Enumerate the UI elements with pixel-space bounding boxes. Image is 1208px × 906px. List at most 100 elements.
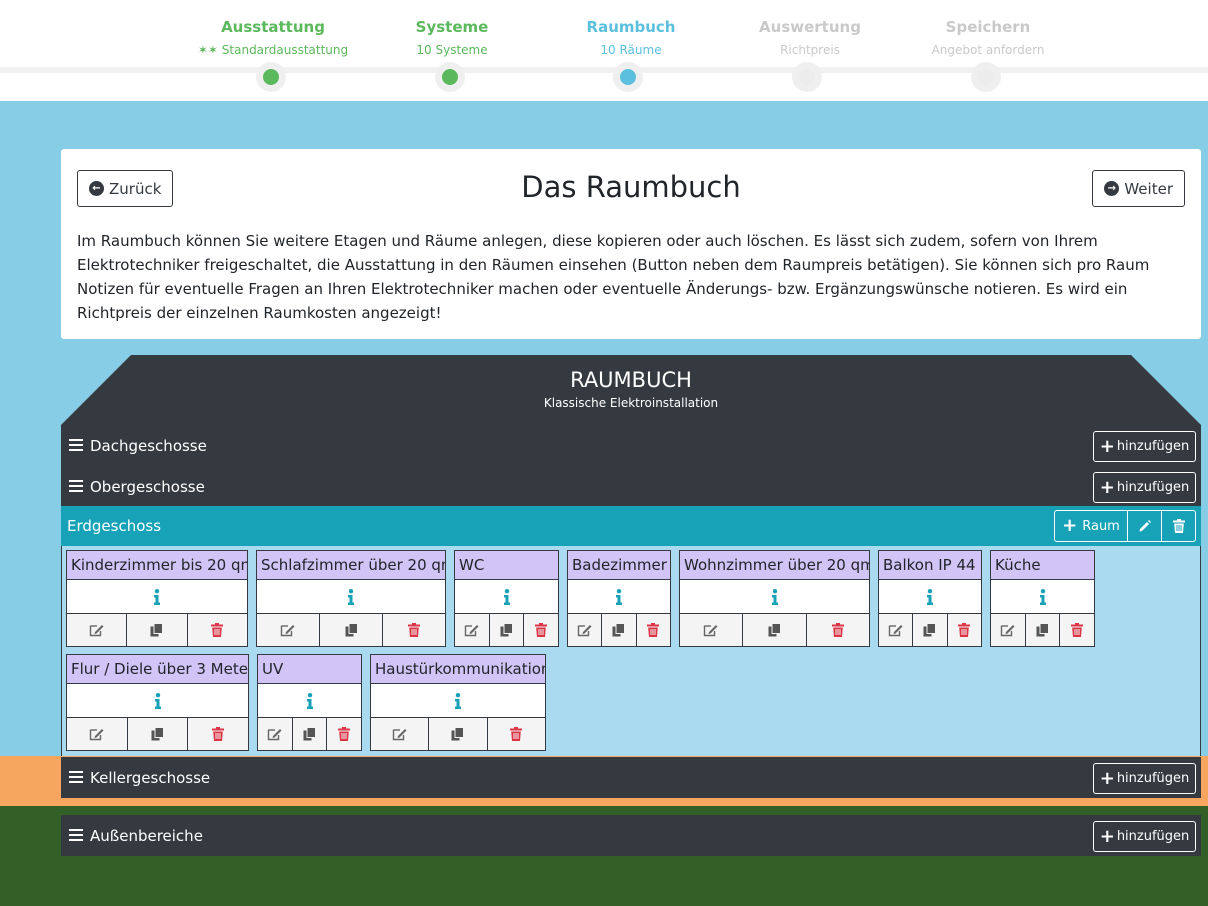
add-obergeschoss-button[interactable]: + hinzufügen — [1093, 472, 1196, 503]
room-info-button[interactable] — [67, 684, 248, 718]
step-speichern: Speichern Angebot anfordern — [888, 0, 1088, 58]
room-copy-button[interactable] — [291, 718, 327, 750]
room-notes-button[interactable] — [568, 614, 602, 646]
floor-obergeschosse[interactable]: Obergeschosse + hinzufügen — [61, 466, 1201, 507]
raumbuch-title: RAUMBUCH — [570, 368, 692, 392]
room-name[interactable]: Flur / Diele über 3 Meter — [67, 655, 248, 684]
room-name[interactable]: Badezimmer — [568, 551, 670, 580]
room-copy-button[interactable] — [319, 614, 382, 646]
room-notes-button[interactable] — [455, 614, 489, 646]
trash-icon — [958, 623, 971, 637]
room-copy-button[interactable] — [488, 614, 524, 646]
step-systeme[interactable]: Systeme 10 Systeme — [352, 0, 552, 58]
room-delete-button[interactable] — [523, 614, 559, 646]
room-delete-button[interactable] — [1059, 614, 1095, 646]
room-name[interactable]: Wohnzimmer über 20 qm — [680, 551, 869, 580]
trash-icon — [212, 727, 225, 741]
floor-label: Kellergeschosse — [90, 769, 211, 787]
room-notes-button[interactable] — [258, 718, 292, 750]
trash-icon — [831, 623, 844, 637]
room-copy-button[interactable] — [1024, 614, 1060, 646]
info-icon — [347, 588, 355, 605]
plus-icon: + — [1099, 435, 1115, 457]
copy-icon — [768, 623, 781, 637]
room-info-button[interactable] — [67, 580, 247, 614]
room-notes-button[interactable] — [67, 718, 127, 750]
room-notes-button[interactable] — [680, 614, 743, 646]
room-copy-button[interactable] — [126, 614, 187, 646]
step-dot-done[interactable] — [435, 62, 465, 92]
edit-note-icon — [89, 623, 105, 637]
room-copy-button[interactable] — [742, 614, 806, 646]
room-delete-button[interactable] — [635, 614, 670, 646]
info-icon — [454, 692, 462, 709]
add-dachgeschoss-button[interactable]: + hinzufügen — [1093, 431, 1196, 462]
room-delete-button[interactable] — [382, 614, 445, 646]
add-kellergeschoss-button[interactable]: + hinzufügen — [1093, 763, 1196, 794]
room-delete-button[interactable] — [186, 614, 247, 646]
room-notes-button[interactable] — [879, 614, 913, 646]
room-delete-button[interactable] — [326, 718, 362, 750]
room-notes-button[interactable] — [257, 614, 319, 646]
room-actions — [257, 614, 445, 646]
room-delete-button[interactable] — [946, 614, 981, 646]
room-copy-button[interactable] — [912, 614, 947, 646]
room-actions — [67, 718, 249, 750]
room-card: UV — [257, 654, 362, 751]
room-delete-button[interactable] — [187, 718, 249, 750]
room-notes-button[interactable] — [371, 718, 429, 750]
room-name[interactable]: UV — [258, 655, 361, 684]
room-name[interactable]: Schlafzimmer über 20 qm — [257, 551, 445, 580]
step-dot-active[interactable] — [613, 62, 643, 92]
room-info-button[interactable] — [371, 684, 545, 718]
room-name[interactable]: Kinderzimmer bis 20 qm — [67, 551, 247, 580]
info-icon — [503, 588, 511, 605]
room-name[interactable]: Haustürkommunikation — [371, 655, 545, 684]
floor-aussenbereiche[interactable]: Außenbereiche + hinzufügen — [61, 815, 1201, 856]
room-info-button[interactable] — [680, 580, 869, 614]
arrow-circle-right-icon: → — [1104, 181, 1120, 196]
room-info-button[interactable] — [568, 580, 670, 614]
page-title: Das Raumbuch — [521, 170, 741, 204]
floor-kellergeschosse[interactable]: Kellergeschosse + hinzufügen — [61, 757, 1201, 798]
step-dot-done[interactable] — [256, 62, 286, 92]
add-room-button[interactable]: + Raum — [1055, 511, 1127, 541]
room-delete-button[interactable] — [805, 614, 869, 646]
room-notes-button[interactable] — [67, 614, 127, 646]
room-info-button[interactable] — [258, 684, 361, 718]
floor-label: Außenbereiche — [90, 827, 203, 845]
room-card: Wohnzimmer über 20 qm — [679, 550, 870, 647]
edit-note-icon — [888, 623, 904, 637]
room-actions — [258, 718, 362, 750]
trash-icon — [1172, 519, 1185, 533]
step-dot-todo — [971, 62, 1001, 92]
room-name[interactable]: Küche — [991, 551, 1094, 580]
next-button[interactable]: → Weiter — [1092, 170, 1185, 207]
room-copy-button[interactable] — [428, 718, 487, 750]
room-info-button[interactable] — [455, 580, 558, 614]
room-info-button[interactable] — [879, 580, 981, 614]
room-notes-button[interactable] — [991, 614, 1025, 646]
room-info-button[interactable] — [257, 580, 445, 614]
room-info-button[interactable] — [991, 580, 1094, 614]
room-delete-button[interactable] — [486, 718, 545, 750]
room-card: WC — [454, 550, 559, 647]
room-copy-button[interactable] — [601, 614, 636, 646]
room-name[interactable]: WC — [455, 551, 558, 580]
step-ausstattung[interactable]: Ausstattung ✶✶ Standardausstattung — [173, 0, 373, 58]
edit-floor-button[interactable] — [1127, 511, 1161, 541]
room-name[interactable]: Balkon IP 44 — [879, 551, 981, 580]
add-button-label: hinzufügen — [1116, 439, 1190, 454]
floor-erdgeschoss-header[interactable]: Erdgeschoss + Raum — [61, 506, 1201, 546]
bars-icon — [69, 439, 83, 451]
bars-icon — [69, 829, 83, 841]
room-copy-button[interactable] — [126, 718, 188, 750]
add-button-label: hinzufügen — [1116, 829, 1190, 844]
add-aussenbereich-button[interactable]: + hinzufügen — [1093, 821, 1196, 852]
floor-dachgeschosse[interactable]: Dachgeschosse + hinzufügen — [61, 425, 1201, 466]
trash-icon — [1071, 623, 1084, 637]
delete-floor-button[interactable] — [1161, 511, 1195, 541]
step-raumbuch[interactable]: Raumbuch 10 Räume — [531, 0, 731, 58]
copy-icon — [1036, 623, 1049, 637]
trash-icon — [211, 623, 224, 637]
